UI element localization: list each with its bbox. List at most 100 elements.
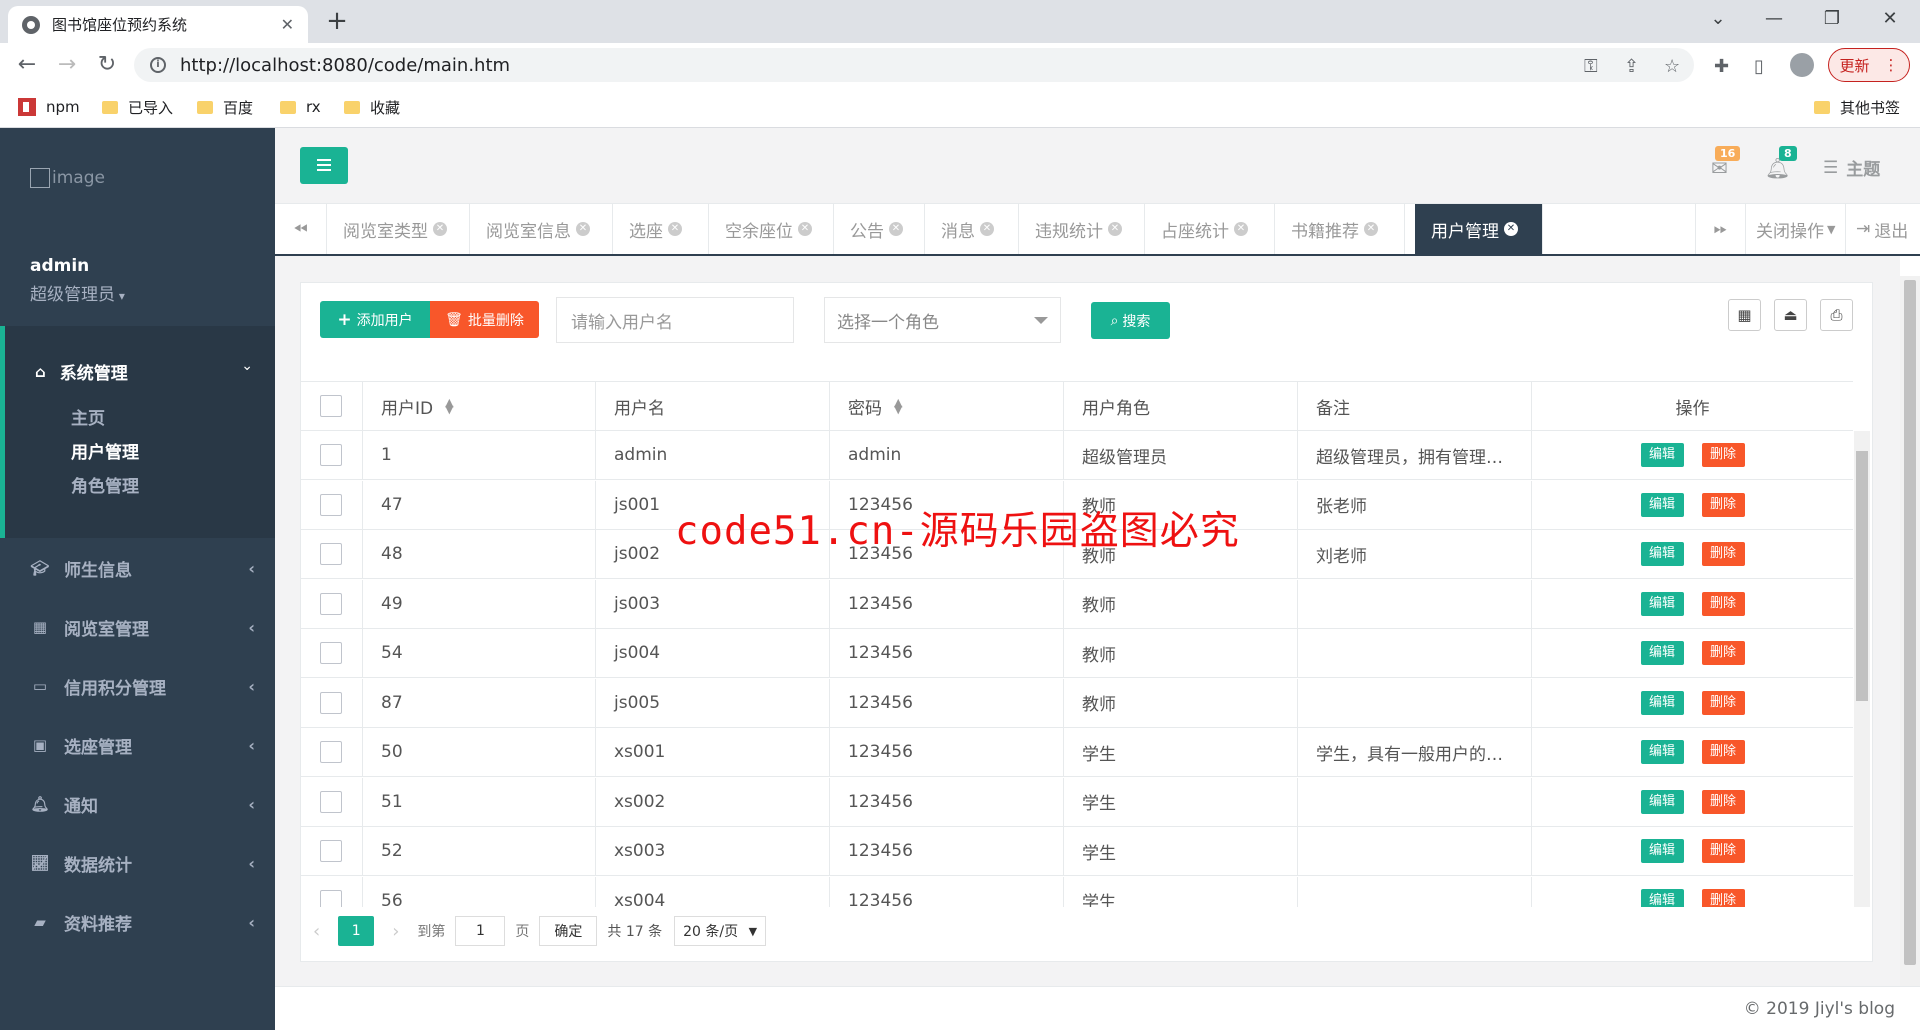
tabs-scroll-left-icon[interactable]: ⏪︎ [275,204,327,254]
edit-button[interactable]: 编辑 [1640,641,1684,665]
reload-icon[interactable]: ↻ [94,52,120,78]
row-checkbox[interactable] [320,889,342,907]
tab-search-icon[interactable]: ⌄ [1706,8,1730,29]
add-user-button[interactable]: + 添加用户 [320,301,430,338]
page-size-select[interactable]: 20 条/页 ▼ [674,916,767,946]
edit-button[interactable]: 编辑 [1640,888,1684,907]
table-row[interactable]: 49 js003 123456 教师 编辑 删除 [301,579,1853,629]
page-scrollbar[interactable] [1900,276,1920,986]
bookmark-npm[interactable]: npm [18,97,80,117]
bookmark-baidu[interactable]: 百度 [197,97,253,117]
delete-button[interactable]: 删除 [1701,740,1745,764]
select-all-checkbox[interactable] [320,395,342,417]
tab-messages[interactable]: 消息 ✕ [925,204,1019,254]
edit-button[interactable]: 编辑 [1640,492,1684,517]
sidebar-item-teachers-students[interactable]: 🎓︎ 师生信息 ‹ [30,556,255,581]
user-profile[interactable]: admin 超级管理员 [30,256,125,305]
forward-icon[interactable]: → [54,52,80,78]
edit-button[interactable]: 编辑 [1640,839,1684,863]
row-checkbox[interactable] [320,790,342,813]
sidebar-item-statistics[interactable]: 📈︎ 数据统计 ‹ [30,851,255,876]
menu-toggle-button[interactable] [300,147,348,184]
extensions-icon[interactable]: ✚ [1714,56,1729,77]
close-tab-icon[interactable]: ✕ [668,222,682,236]
page-number-current[interactable]: 1 [338,916,375,946]
edit-button[interactable]: 编辑 [1640,690,1684,715]
tab-announcement[interactable]: 公告 ✕ [834,204,925,254]
table-row[interactable]: 56 xs004 123456 学生 编辑 删除 [301,876,1853,907]
logout-button[interactable]: ⇥ 退出 [1845,204,1920,254]
browser-tab[interactable]: 图书馆座位预约系统 ✕ [8,6,308,43]
tab-occupy-stats[interactable]: 占座统计 ✕ [1145,204,1275,254]
delete-button[interactable]: 删除 [1701,690,1745,715]
table-row[interactable]: 1 admin admin 超级管理员 超级管理员，拥有管理… 编辑 删除 [301,431,1853,480]
goto-confirm-button[interactable]: 确定 [539,916,598,946]
tab-reading-room-type[interactable]: 阅览室类型 ✕ [327,204,470,254]
close-tab-icon[interactable]: ✕ [1364,222,1378,236]
row-checkbox[interactable] [320,543,342,565]
row-checkbox[interactable] [320,691,342,714]
sidebar-item-notice[interactable]: 🔔︎ 通知 ‹ [30,792,255,817]
table-scrollbar[interactable] [1854,431,1870,907]
row-checkbox[interactable] [320,493,342,516]
sidebar-item-recommend[interactable]: ▰ 资料推荐 ‹ [30,910,255,935]
batch-delete-button[interactable]: 🗑︎ 批量删除 [430,301,539,338]
column-user-id[interactable]: 用户ID ▲ ▼ [363,382,596,430]
delete-button[interactable]: 删除 [1701,542,1745,566]
table-row[interactable]: 54 js004 123456 教师 编辑 删除 [301,629,1853,678]
table-row[interactable]: 52 xs003 123456 学生 编辑 删除 [301,827,1853,876]
delete-button[interactable]: 删除 [1701,888,1745,907]
goto-page-input[interactable]: 1 [455,916,506,946]
close-tab-icon[interactable]: ✕ [1504,222,1518,236]
export-icon[interactable]: ⏏ [1774,299,1807,331]
print-icon[interactable]: ⎙ [1820,299,1853,331]
close-tab-icon[interactable]: ✕ [980,222,994,236]
bookmark-imported[interactable]: 已导入 [102,97,173,117]
close-tab-icon[interactable]: ✕ [1234,222,1248,236]
table-row[interactable]: 87 js005 123456 教师 编辑 删除 [301,678,1853,728]
star-icon[interactable]: ☆ [1664,56,1680,77]
bookmark-other[interactable]: 其他书签 [1814,97,1900,117]
tab-seat-select[interactable]: 选座 ✕ [613,204,709,254]
role-select[interactable]: 选择一个角色 [824,297,1061,343]
sort-icon[interactable]: ▲ ▼ [894,397,902,415]
page-scrollbar-thumb[interactable] [1904,280,1916,965]
url-field[interactable]: i http://localhost:8080/code/main.htm [134,48,1694,82]
delete-button[interactable]: 删除 [1701,443,1745,467]
close-tab-icon[interactable]: ✕ [1108,222,1122,236]
prev-page-icon[interactable]: ‹ [313,921,320,942]
edit-button[interactable]: 编辑 [1640,789,1684,814]
row-checkbox[interactable] [320,592,342,615]
tab-user-management[interactable]: 用户管理 ✕ [1415,204,1543,254]
tabs-scroll-right-icon[interactable]: ⏩︎ [1695,204,1745,254]
sidebar-item-credit[interactable]: ▭ 信用积分管理 ‹ [30,674,255,699]
close-window-button[interactable]: ✕ [1878,8,1902,29]
username-search-input[interactable]: 请输入用户名 [556,297,794,343]
delete-button[interactable]: 删除 [1701,789,1745,814]
sidebar-item-user-management[interactable]: 用户管理 [71,438,139,463]
edit-button[interactable]: 编辑 [1640,591,1684,616]
row-checkbox[interactable] [320,840,342,862]
delete-button[interactable]: 删除 [1701,591,1745,616]
sidebar-item-seat-selection[interactable]: ▣ 选座管理 ‹ [30,733,255,758]
edit-button[interactable]: 编辑 [1640,443,1684,467]
sidebar-item-reading-rooms[interactable]: ▦ 阅览室管理 ‹ [30,615,255,640]
back-icon[interactable]: ← [14,52,40,78]
delete-button[interactable]: 删除 [1701,839,1745,863]
site-info-icon[interactable]: i [150,57,166,73]
search-button[interactable]: ⌕ 搜索 [1091,302,1170,339]
sidepanel-icon[interactable]: ▯ [1754,56,1764,77]
edit-button[interactable]: 编辑 [1640,740,1684,764]
columns-toggle-icon[interactable]: ▦ [1728,299,1761,331]
row-checkbox[interactable] [320,741,342,763]
delete-button[interactable]: 删除 [1701,492,1745,517]
tab-free-seats[interactable]: 空余座位 ✕ [709,204,834,254]
tab-violations[interactable]: 违规统计 ✕ [1019,204,1145,254]
profile-avatar[interactable] [1790,53,1814,77]
share-icon[interactable]: ⇪ [1624,56,1639,77]
close-tab-icon[interactable]: ✕ [433,222,447,236]
minimize-button[interactable]: — [1762,8,1786,29]
close-operations-dropdown[interactable]: 关闭操作 ▼ [1745,204,1845,254]
key-icon[interactable]: ⚿ [1584,56,1598,77]
tab-book-recommend[interactable]: 书籍推荐 ✕ [1275,204,1405,254]
